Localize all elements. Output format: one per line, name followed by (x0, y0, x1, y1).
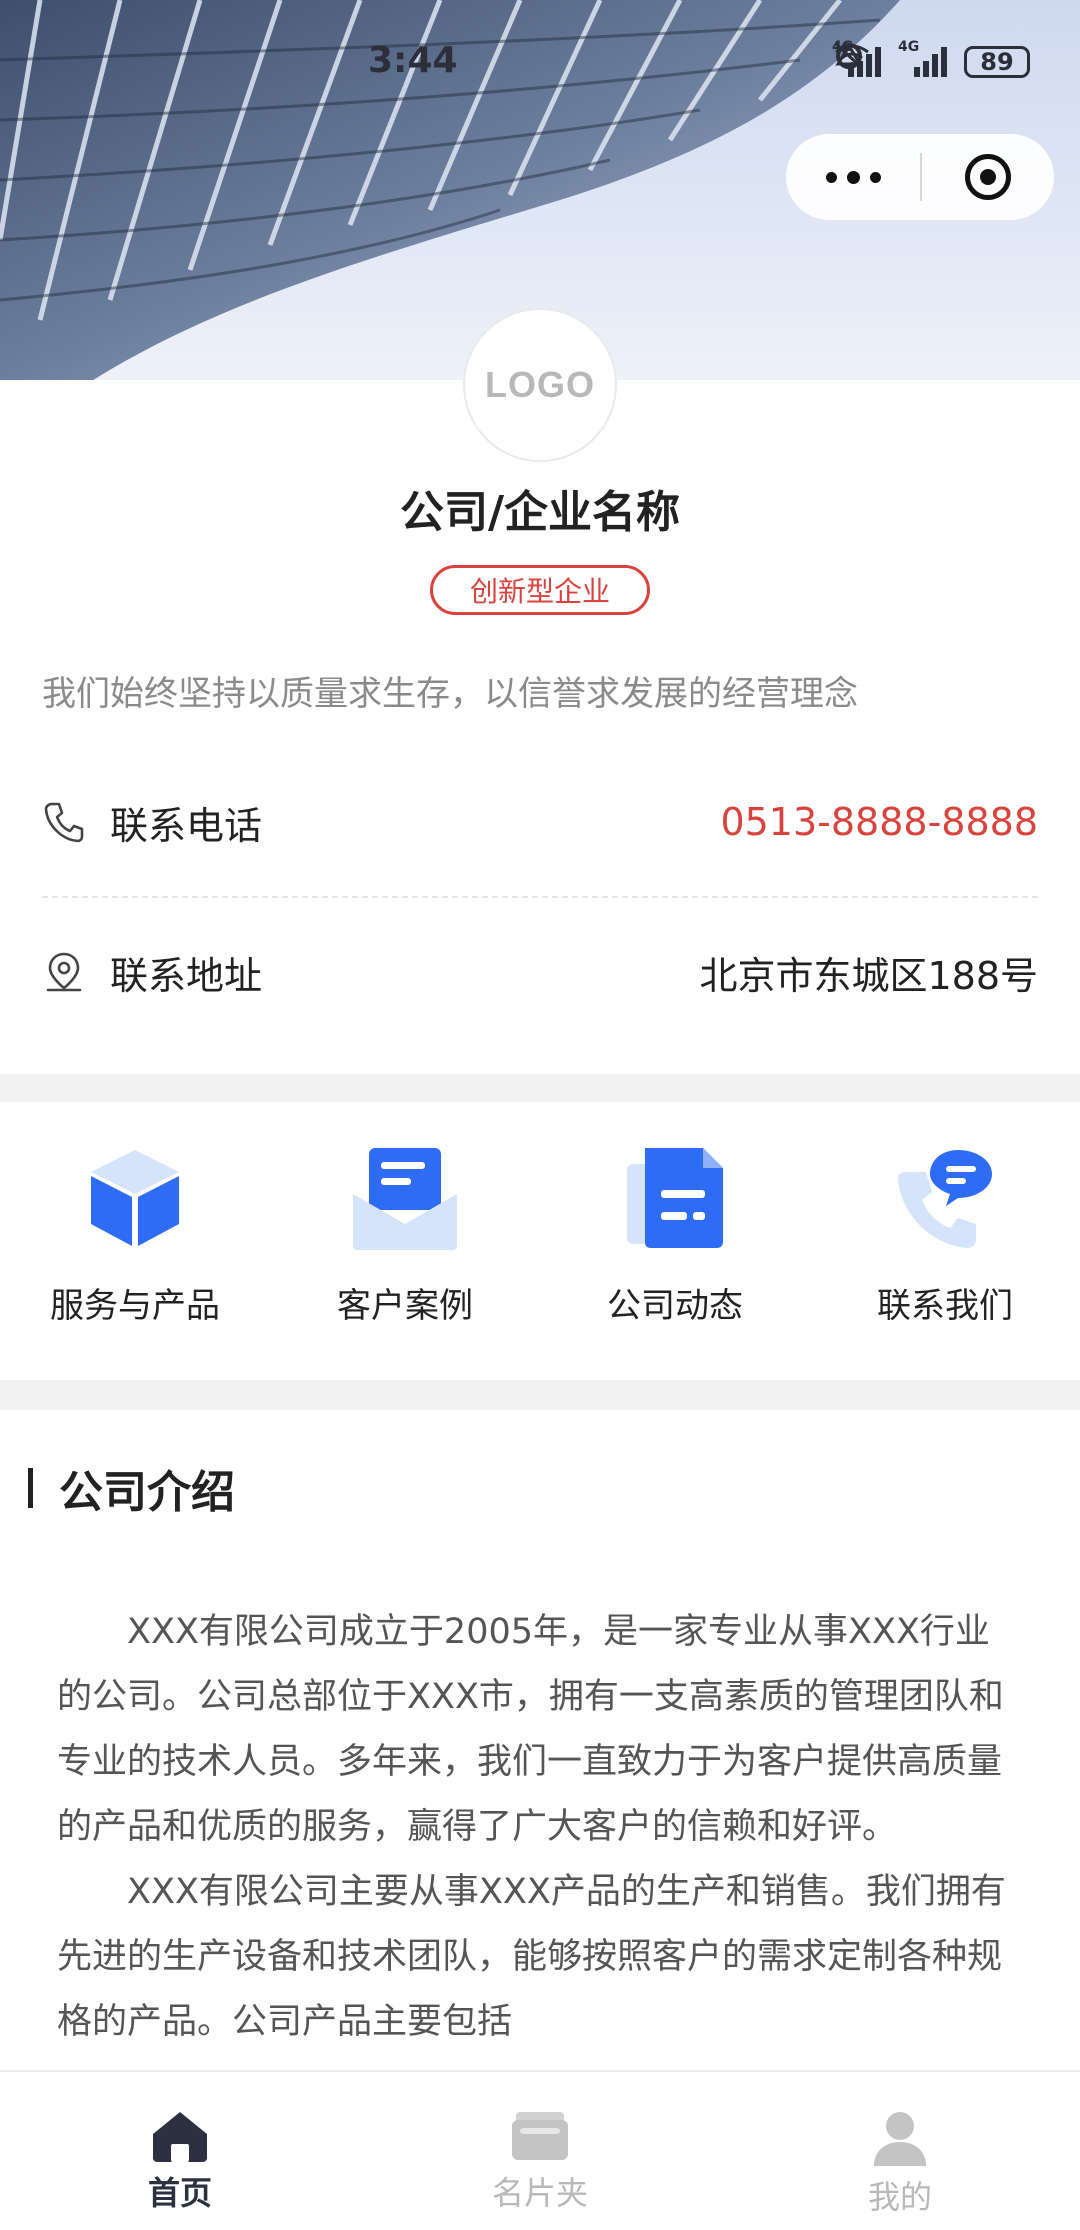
tab-mine[interactable]: 我的 (720, 2072, 1080, 2230)
mini-program-capsule (786, 134, 1054, 220)
tab-card-holder-label: 名片夹 (491, 2174, 588, 2212)
location-pin-icon (46, 952, 82, 992)
card-holder-icon (512, 2112, 568, 2160)
tab-home-label: 首页 (147, 2174, 212, 2212)
capsule-close-button[interactable] (922, 154, 1054, 200)
cube-icon (91, 1150, 179, 1246)
nav-contact-us[interactable]: 联系我们 (810, 1102, 1080, 1380)
contact-address-value: 北京市东城区188号 (699, 953, 1038, 998)
intro-paragraph: XXX有限公司成立于2005年，是一家专业从事XXX行业的公司。公司总部位于XX… (57, 1612, 1004, 1847)
phone-chat-icon (898, 1150, 992, 1248)
quick-nav: 服务与产品 客户案例 公司动态 联系我们 (0, 1102, 1080, 1380)
intro-paragraph: XXX有限公司主要从事XXX产品的生产和销售。我们拥有先进的生产设备和技术团队，… (57, 1872, 1006, 2042)
contact-divider (42, 896, 1038, 898)
logo-text: LOGO (485, 364, 595, 405)
contact-phone-value[interactable]: 0513-8888-8888 (720, 800, 1038, 844)
company-slogan: 我们始终坚持以质量求生存，以信誉求发展的经营理念 (42, 674, 858, 714)
company-logo: LOGO (463, 308, 617, 462)
target-close-icon (965, 154, 1011, 200)
contact-address-row[interactable]: 联系地址 北京市东城区188号 (42, 942, 1038, 1002)
intro-body: XXX有限公司成立于2005年，是一家专业从事XXX行业的公司。公司总部位于XX… (57, 1600, 1023, 2055)
status-icons: 4G 4G 89 (832, 39, 1030, 84)
battery-icon: 89 (964, 46, 1030, 78)
nav-company-news[interactable]: 公司动态 (540, 1102, 810, 1380)
contact-phone-label: 联系电话 (110, 803, 263, 848)
status-time: 3:44 (368, 40, 458, 81)
tab-card-holder[interactable]: 名片夹 (360, 2072, 720, 2230)
signal-2-icon: 4G (898, 39, 950, 79)
signal-1-icon: 4G (832, 39, 884, 79)
intro-title: 公司介绍 (59, 1467, 235, 1518)
phone-icon (44, 802, 84, 843)
company-intro-section: 公司介绍 XXX有限公司成立于2005年，是一家专业从事XXX行业的公司。公司总… (0, 1410, 1080, 2070)
more-dots-icon[interactable] (786, 170, 920, 184)
nav-company-news-label: 公司动态 (607, 1286, 743, 1326)
nav-services-products-label: 服务与产品 (50, 1286, 220, 1326)
contact-phone-row[interactable]: 联系电话 0513-8888-8888 (42, 792, 1038, 852)
nav-contact-us-label: 联系我们 (877, 1286, 1013, 1326)
company-tag-label: 创新型企业 (469, 575, 610, 608)
user-icon (874, 2112, 926, 2166)
battery-level: 89 (980, 48, 1014, 76)
nav-customer-cases-label: 客户案例 (337, 1286, 473, 1326)
home-icon (153, 2112, 207, 2162)
status-bar: 3:44 4G 4G 89 (0, 0, 1080, 130)
tab-home[interactable]: 首页 (0, 2072, 360, 2230)
contact-address-label: 联系地址 (110, 953, 263, 998)
nav-customer-cases[interactable]: 客户案例 (270, 1102, 540, 1380)
envelope-icon (353, 1148, 457, 1250)
heading-bar (28, 1468, 33, 1508)
bottom-tab-bar: 首页 名片夹 我的 (0, 2070, 1080, 2230)
tab-mine-label: 我的 (867, 2178, 932, 2216)
company-name: 公司/企业名称 (399, 487, 681, 538)
intro-heading: 公司介绍 (28, 1460, 235, 1518)
document-icon (627, 1148, 723, 1248)
nav-services-products[interactable]: 服务与产品 (0, 1102, 270, 1380)
company-tag: 创新型企业 (430, 565, 650, 615)
